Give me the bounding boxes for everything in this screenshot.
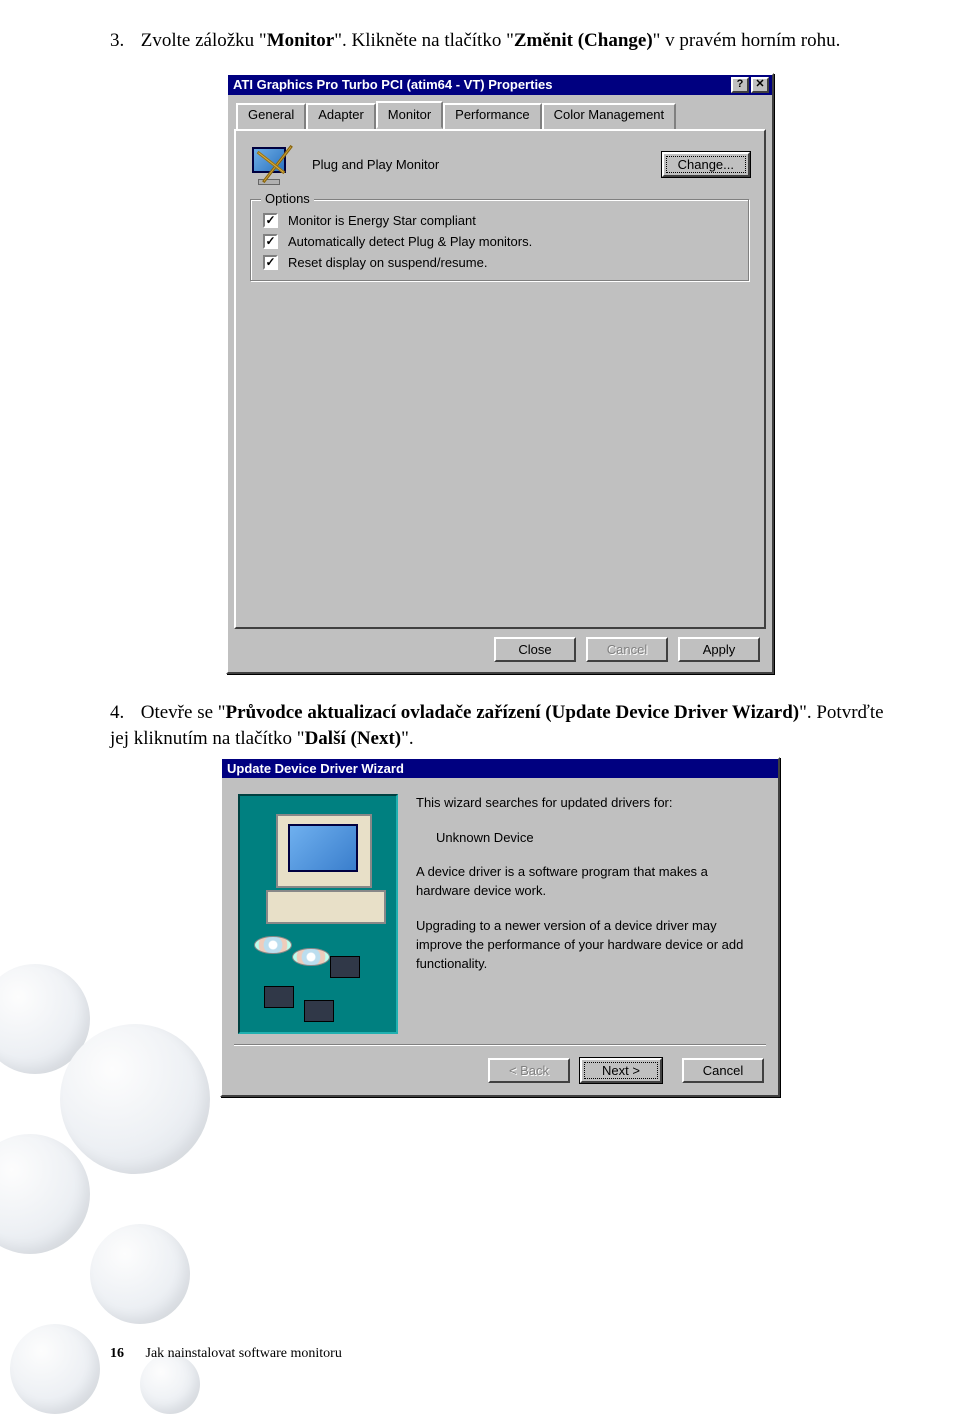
tab-adapter[interactable]: Adapter [306,103,376,131]
help-button[interactable]: ? [731,77,749,93]
step-4-text-1: Otevře se " [141,702,226,723]
step-4-number: 4. [110,700,136,727]
page-number: 16 [110,1346,124,1361]
wizard-intro: This wizard searches for updated drivers… [416,794,762,813]
tab-monitor[interactable]: Monitor [376,101,443,129]
step-4-text-3: ". [401,728,414,749]
step-3-bold-2: Změnit (Change) [514,30,653,51]
wizard-paragraph-2: A device driver is a software program th… [416,863,762,901]
step-4-bold-2: Další (Next) [305,728,402,749]
wizard-illustration [238,794,398,1034]
apply-dialog-label: Apply [703,642,736,657]
page-footer: 16 Jak nainstalovat software monitoru [110,1346,342,1362]
help-icon: ? [737,79,744,90]
checkbox-autodetect-pnp[interactable]: ✓ [263,234,278,249]
change-button-label: Change... [678,157,734,172]
wizard-paragraph-3: Upgrading to a newer version of a device… [416,917,762,974]
wizard-title: Update Device Driver Wizard [227,761,404,776]
change-button[interactable]: Change... [662,152,750,177]
monitor-icon [250,145,294,185]
tab-color-management-label: Color Management [554,107,665,122]
option-energy-star-label: Monitor is Energy Star compliant [288,213,476,228]
checkmark-icon: ✓ [265,255,275,269]
properties-button-row: Close Cancel Apply [234,629,766,666]
back-button-label: < Back [509,1063,549,1078]
options-group-legend: Options [261,191,314,206]
option-reset-suspend-label: Reset display on suspend/resume. [288,255,487,270]
wizard-text-area: This wizard searches for updated drivers… [416,794,762,1034]
tab-performance-label: Performance [455,107,529,122]
next-button-label: Next > [602,1063,640,1078]
wizard-device-name: Unknown Device [416,829,762,848]
option-reset-suspend[interactable]: ✓ Reset display on suspend/resume. [261,252,739,273]
step-4: 4. Otevře se "Průvodce aktualizací ovlad… [110,700,890,753]
checkmark-icon: ✓ [265,213,275,227]
back-button[interactable]: < Back [488,1058,570,1083]
tab-adapter-label: Adapter [318,107,364,122]
cancel-button[interactable]: Cancel [682,1058,764,1083]
option-energy-star[interactable]: ✓ Monitor is Energy Star compliant [261,210,739,231]
step-3-number: 3. [110,28,136,55]
apply-dialog-button[interactable]: Apply [678,637,760,662]
cancel-dialog-label: Cancel [607,642,647,657]
properties-window: ATI Graphics Pro Turbo PCI (atim64 - VT)… [226,73,774,674]
checkmark-icon: ✓ [265,234,275,248]
tab-panel-monitor: Plug and Play Monitor Change... Options … [234,129,766,629]
properties-title: ATI Graphics Pro Turbo PCI (atim64 - VT)… [233,77,553,92]
tab-performance[interactable]: Performance [443,103,541,131]
monitor-name-label: Plug and Play Monitor [312,157,644,172]
step-3-text-2: ". Klikněte na tlačítko " [334,30,514,51]
options-group: Options ✓ Monitor is Energy Star complia… [250,199,750,282]
tab-general-label: General [248,107,294,122]
tabs-row: General Adapter Monitor Performance Colo… [234,101,766,129]
step-3-text-3: " v pravém horním rohu. [653,30,841,51]
step-3-text-1: Zvolte záložku " [141,30,267,51]
cancel-button-label: Cancel [703,1063,743,1078]
close-button[interactable]: ✕ [751,77,769,93]
step-3-bold-1: Monitor [267,30,335,51]
footer-section-title: Jak nainstalovat software monitoru [146,1346,342,1361]
step-4-bold-1: Průvodce aktualizací ovladače zařízení (… [226,702,800,723]
wizard-titlebar[interactable]: Update Device Driver Wizard [222,759,778,778]
wizard-window: Update Device Driver Wizard This wizard … [220,757,780,1097]
close-dialog-button[interactable]: Close [494,637,576,662]
close-icon: ✕ [755,79,764,90]
wizard-button-row: < Back Next > Cancel [222,1046,778,1095]
close-dialog-label: Close [518,642,551,657]
cancel-dialog-button[interactable]: Cancel [586,637,668,662]
option-autodetect-pnp-label: Automatically detect Plug & Play monitor… [288,234,532,249]
checkbox-energy-star[interactable]: ✓ [263,213,278,228]
tab-monitor-label: Monitor [388,107,431,122]
checkbox-reset-suspend[interactable]: ✓ [263,255,278,270]
next-button[interactable]: Next > [580,1058,662,1083]
tab-color-management[interactable]: Color Management [542,103,677,131]
option-autodetect-pnp[interactable]: ✓ Automatically detect Plug & Play monit… [261,231,739,252]
step-3: 3. Zvolte záložku "Monitor". Klikněte na… [110,28,890,55]
tab-general[interactable]: General [236,103,306,131]
properties-titlebar[interactable]: ATI Graphics Pro Turbo PCI (atim64 - VT)… [228,75,772,95]
